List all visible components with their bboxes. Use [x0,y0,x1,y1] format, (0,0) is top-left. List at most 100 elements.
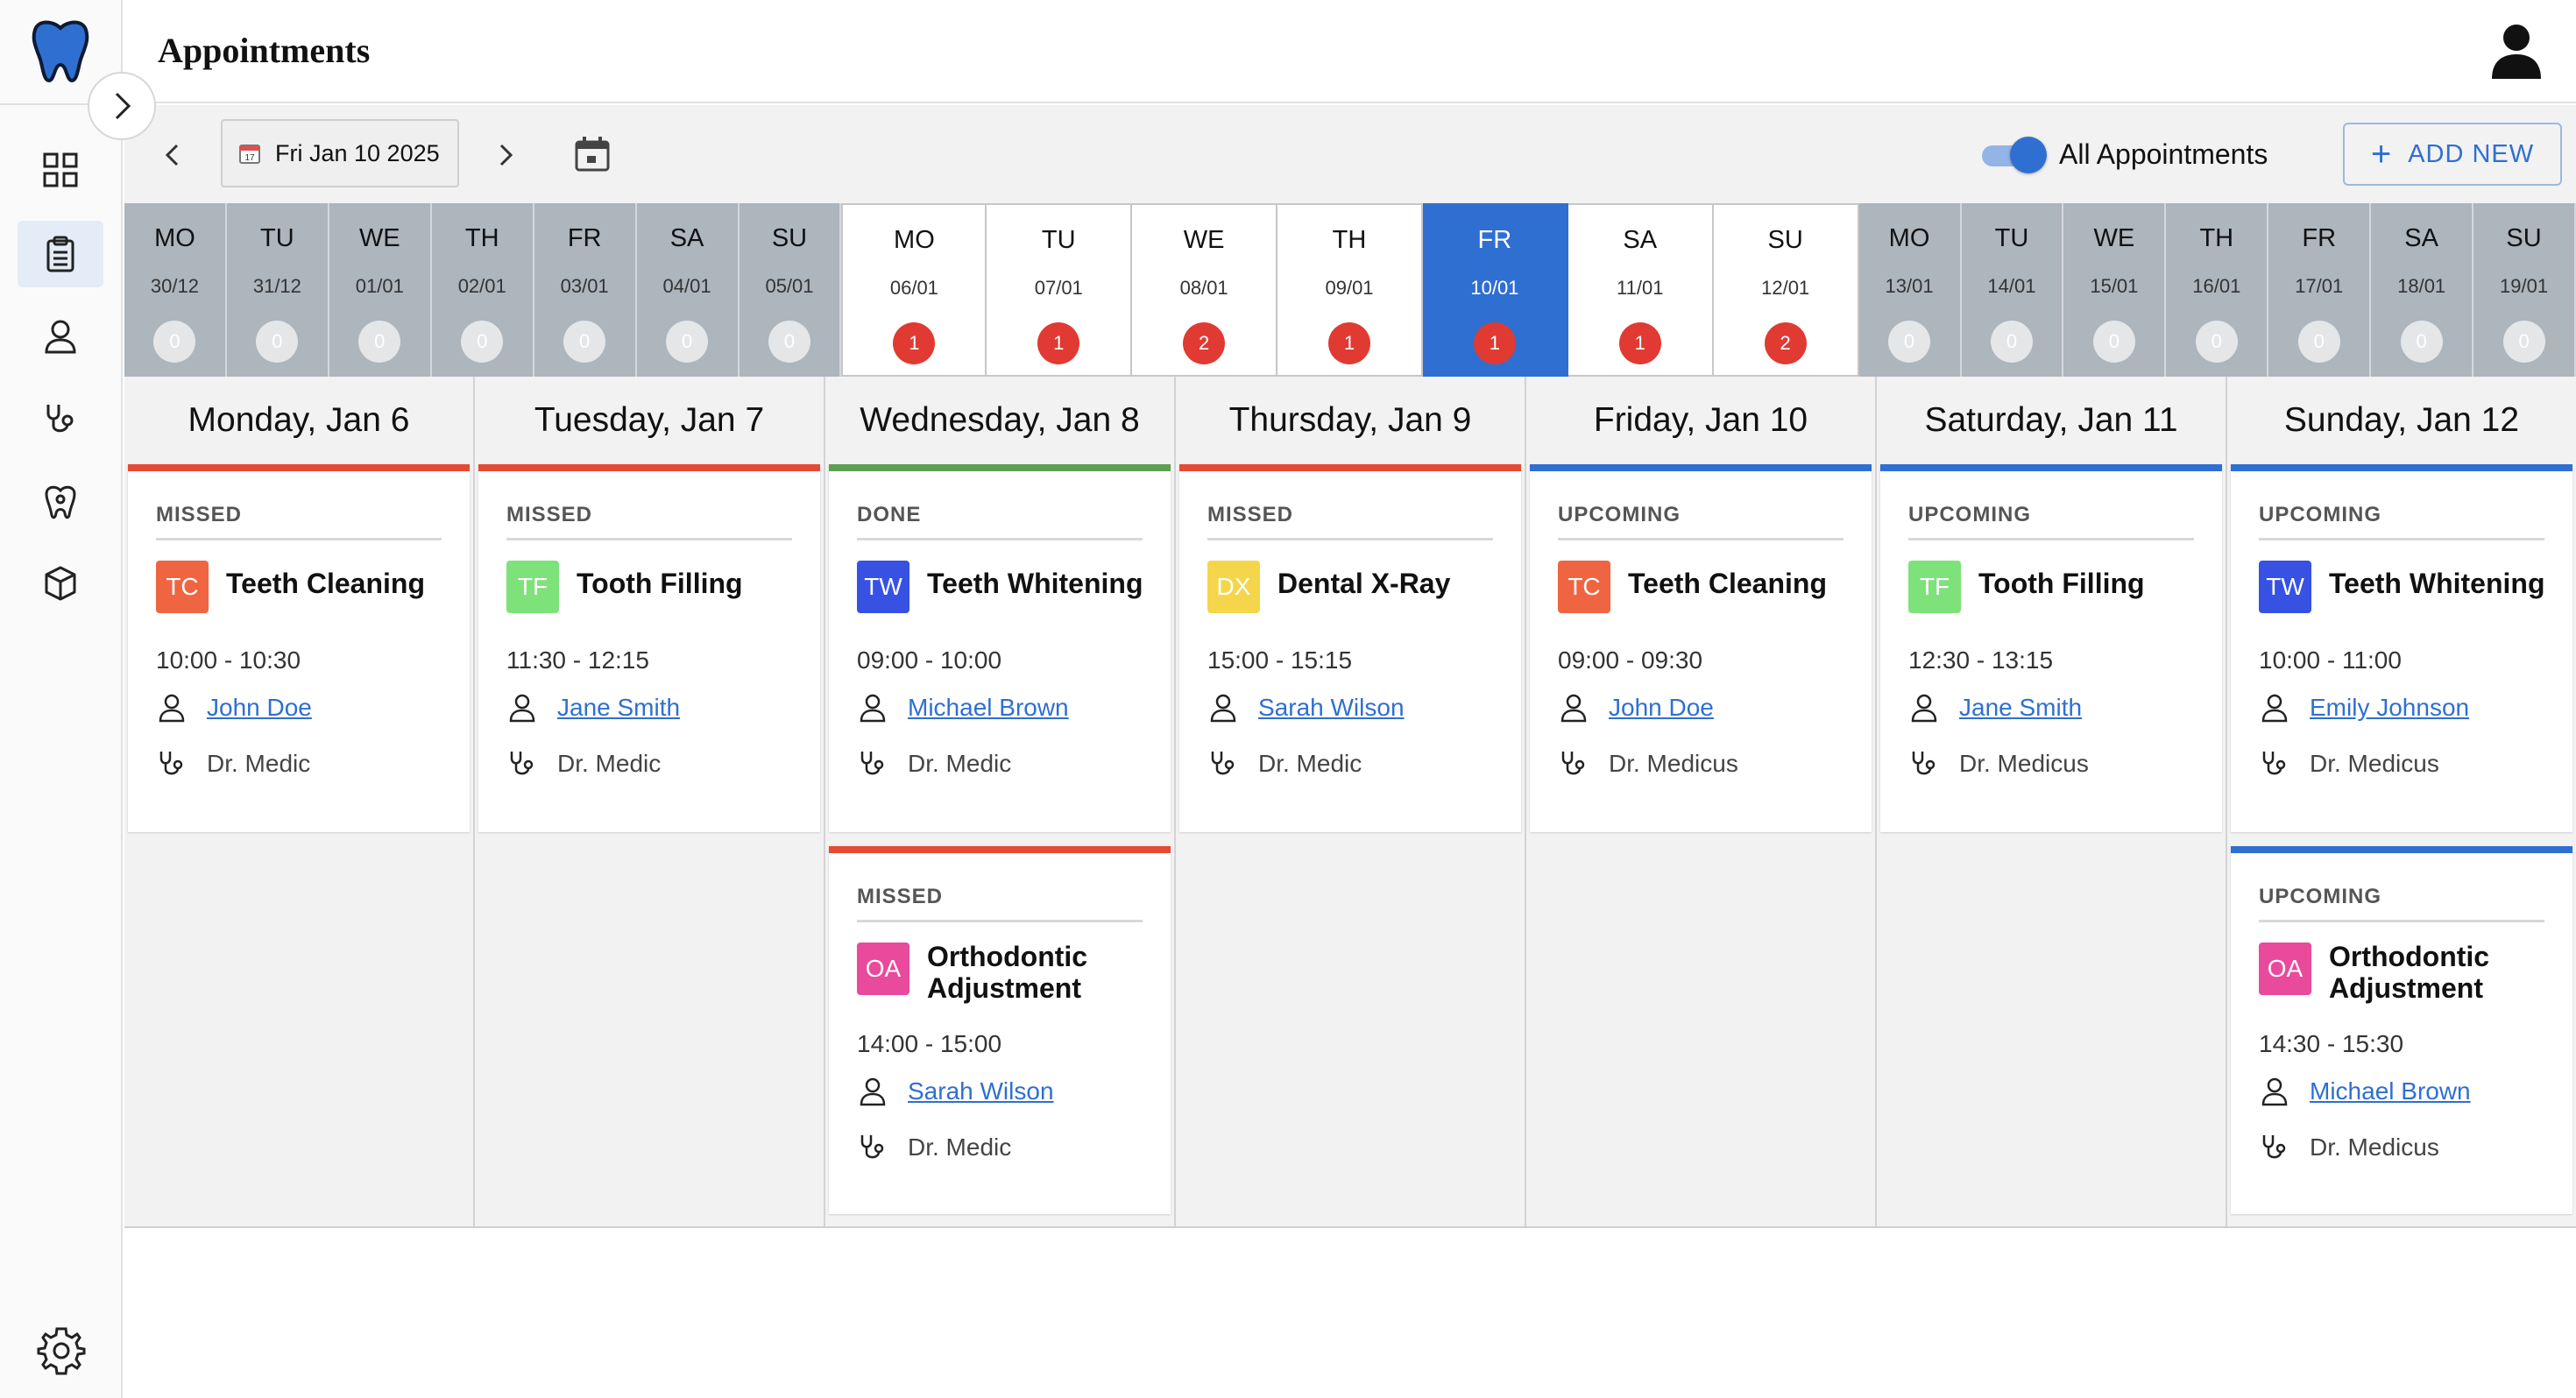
day-cell-selected[interactable]: FR 10/01 1 [1422,203,1568,377]
day-cell[interactable]: WE 01/01 0 [329,203,432,377]
day-cell[interactable]: TU 31/12 0 [226,203,329,377]
day-cell[interactable]: TU 07/01 1 [987,203,1133,377]
appointment-card[interactable]: UPCOMING TF Tooth Filling 12:30 - 13:15 … [1880,464,2222,832]
appointment-count-badge: 0 [2092,321,2135,363]
day-cell[interactable]: SU 05/01 0 [739,203,842,377]
day-cell[interactable]: SU 19/01 0 [2473,203,2576,377]
day-of-week: SU [2506,224,2542,252]
date-picker-field[interactable]: 17 Fri Jan 10 2025 [221,119,459,187]
patient-link[interactable]: Jane Smith [557,694,680,722]
user-avatar-icon[interactable] [2490,23,2543,79]
clipboard-icon [46,236,74,272]
day-date: 06/01 [889,277,938,299]
service-name-line: Orthodontic [927,941,1088,972]
appointment-count-badge: 0 [768,321,810,363]
status-divider [156,538,442,540]
appointment-count-badge: 1 [1328,322,1371,364]
stethoscope-icon [2262,752,2286,775]
appointment-card[interactable]: MISSED TF Tooth Filling 11:30 - 12:15 Ja… [478,464,820,832]
patient-link[interactable]: Sarah Wilson [1258,694,1405,722]
patient-link[interactable]: Michael Brown [2310,1077,2471,1105]
appointment-card[interactable]: MISSED DX Dental X-Ray 15:00 - 15:15 Sar… [1179,464,1521,832]
patient-link[interactable]: Emily Johnson [2310,694,2469,722]
all-appointments-toggle[interactable] [1978,135,2047,173]
day-of-week: WE [1183,226,1225,254]
day-date: 19/01 [2500,275,2549,297]
day-of-week: TU [260,224,294,252]
day-cell[interactable]: FR 17/01 0 [2268,203,2372,377]
next-week-button[interactable] [484,133,527,177]
person-icon [45,320,76,354]
appointment-card[interactable]: UPCOMING OA Orthodontic Adjustment 14:30… [2231,846,2572,1214]
service-name-line: Adjustment [927,972,1081,1004]
day-cell[interactable]: MO 06/01 1 [841,203,987,377]
sidebar-item-inventory[interactable] [18,550,103,617]
day-cell[interactable]: SA 18/01 0 [2371,203,2474,377]
sidebar-item-doctors[interactable] [18,385,103,452]
day-column: Friday, Jan 10 UPCOMING TC Teeth Cleanin… [1526,377,1877,1226]
sidebar-item-appointments[interactable] [18,221,103,287]
day-cell[interactable]: MO 13/01 0 [1858,203,1962,377]
day-cell[interactable]: MO 30/12 0 [124,203,227,377]
day-date: 02/01 [457,275,506,297]
appointment-status: MISSED [506,503,593,526]
day-cell[interactable]: TH 02/01 0 [431,203,534,377]
previous-week-button[interactable] [151,133,195,177]
appointment-count-badge: 2 [1764,322,1807,364]
sidebar-item-dashboard[interactable] [18,137,103,203]
doctor-name: Dr. Medic [908,750,1012,777]
service-badge: TC [156,561,209,613]
patient-link[interactable]: John Doe [207,694,312,722]
day-cell[interactable]: SA 11/01 1 [1568,203,1714,377]
patient-link[interactable]: Michael Brown [908,694,1069,722]
appointment-count-badge: 1 [1473,322,1516,364]
appointment-card[interactable]: DONE TW Teeth Whitening 09:00 - 10:00 Mi… [829,464,1171,832]
sidebar-collapse-toggle[interactable] [88,72,156,140]
calendar-small-icon: 17 [239,145,260,164]
day-date: 11/01 [1617,277,1664,299]
status-divider [1207,538,1493,540]
sidebar-item-settings[interactable] [32,1321,91,1380]
appointment-card[interactable]: UPCOMING TC Teeth Cleaning 09:00 - 09:30… [1530,464,1872,832]
day-cell[interactable]: TU 14/01 0 [1961,203,2064,377]
service-name: Teeth Whitening [2329,568,2545,599]
day-cell[interactable]: TH 16/01 0 [2166,203,2269,377]
day-column: Monday, Jan 6 MISSED TC Teeth Cleaning 1… [124,377,475,1226]
day-date: 08/01 [1179,277,1228,299]
day-cell[interactable]: SA 04/01 0 [636,203,740,377]
service-badge: TF [1908,561,1961,613]
calendar-icon [575,137,610,172]
patient-link[interactable]: Jane Smith [1959,694,2082,722]
day-column-title: Thursday, Jan 9 [1176,377,1525,464]
day-cell[interactable]: SU 12/01 2 [1713,203,1859,377]
tooth-logo-icon[interactable] [32,19,89,83]
day-cell[interactable]: FR 03/01 0 [534,203,637,377]
patient-link[interactable]: Sarah Wilson [908,1077,1054,1105]
appointment-count-badge: 0 [358,321,401,363]
patient-row: Sarah Wilson [1207,692,1405,724]
day-date: 05/01 [765,275,814,297]
doctor-row: Dr. Medic [857,748,1011,780]
appointment-count-badge: 0 [2400,321,2443,363]
day-cell[interactable]: TH 09/01 1 [1277,203,1423,377]
appointment-card[interactable]: MISSED OA Orthodontic Adjustment 14:00 -… [829,846,1171,1214]
patient-link[interactable]: John Doe [1609,694,1714,722]
day-of-week: FR [2302,224,2337,252]
day-cell[interactable]: WE 08/01 2 [1132,203,1278,377]
day-of-week: MO [894,226,935,254]
day-date: 30/12 [150,275,199,297]
day-date: 15/01 [2090,275,2139,297]
service-name: Tooth Filling [577,568,743,599]
sidebar-item-patients[interactable] [18,303,103,370]
date-picker-value: Fri Jan 10 2025 [275,139,440,166]
appointment-card[interactable]: MISSED TC Teeth Cleaning 10:00 - 10:30 J… [128,464,470,832]
sidebar-item-services[interactable] [18,468,103,534]
open-calendar-button[interactable] [568,130,617,179]
day-of-week: TU [1994,224,2029,252]
appointment-card[interactable]: UPCOMING TW Teeth Whitening 10:00 - 11:0… [2231,464,2572,832]
patient-row: Sarah Wilson [857,1076,1054,1107]
add-new-button[interactable]: + ADD NEW [2343,123,2562,186]
chevron-left-icon [165,144,179,166]
week-board: Monday, Jan 6 MISSED TC Teeth Cleaning 1… [124,377,2576,1228]
day-cell[interactable]: WE 15/01 0 [2063,203,2167,377]
